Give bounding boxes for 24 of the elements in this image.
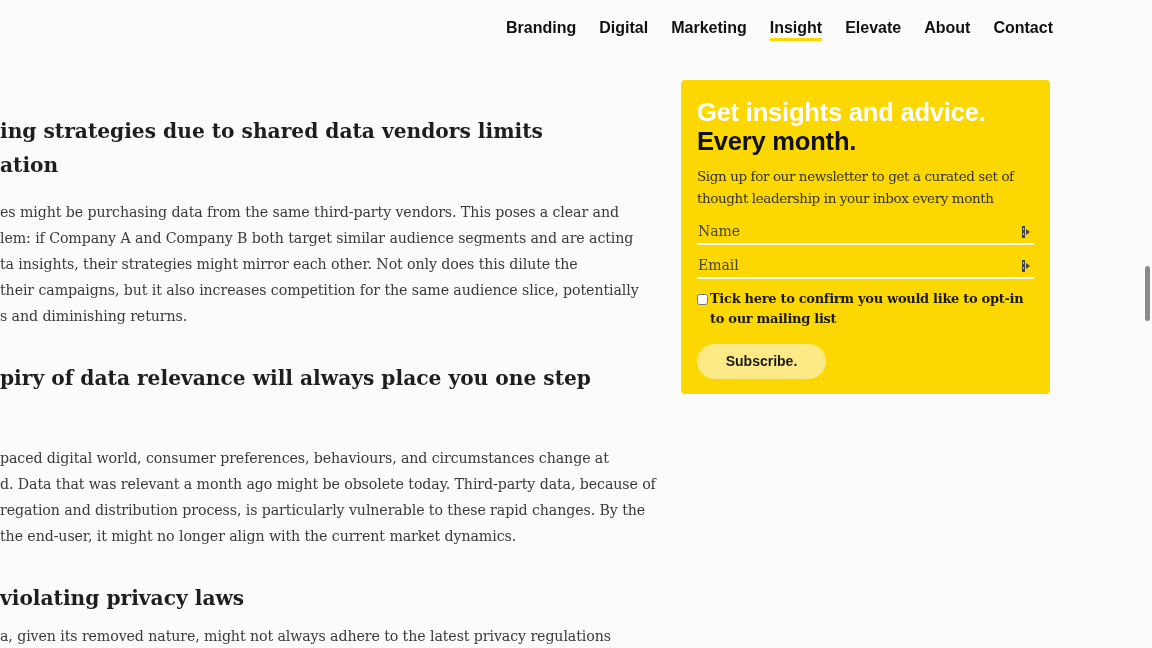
bar-arrow-icon[interactable]: [1022, 226, 1030, 238]
nav-link[interactable]: Digital: [599, 15, 649, 41]
section-heading: violating privacy laws: [0, 585, 245, 612]
nav-link[interactable]: Marketing: [671, 15, 747, 41]
input-field[interactable]: Email: [697, 253, 1034, 279]
input-field[interactable]: Name: [697, 219, 1034, 245]
nav-link[interactable]: About: [924, 15, 971, 41]
scrollbar-thumb[interactable]: [1145, 266, 1150, 321]
newsletter-title: Get insights and advice.: [697, 98, 986, 127]
newsletter-description: Sign up for our newsletter to get a curated set of thought leadership in your inbox every month: [697, 167, 1016, 208]
nav-link[interactable]: Contact: [993, 15, 1053, 41]
article-paragraph: es might be purchasing data from the same third-party vendors. This poses a clear and lem: if Company A and Company B both target similar audience segments and are acting ta insights, their strategies might mirror each other. Not only does this dilute the their campaigns, but it also increases competition for the same audience slice, potentially s and diminishing returns.: [0, 203, 639, 326]
consent-label: Tick here to confirm you would like to opt-in to our mailing list: [710, 290, 1025, 328]
consent-checkbox[interactable]: [697, 294, 708, 305]
section-heading: piry of data relevance will always place you one step: [0, 365, 591, 392]
bar-arrow-icon[interactable]: [1022, 260, 1030, 272]
newsletter-subtitle: Every month.: [697, 127, 857, 156]
article-paragraph: a, given its removed nature, might not always adhere to the latest privacy regulations: [0, 627, 611, 645]
nav-link[interactable]: Branding: [506, 15, 577, 41]
article-paragraph: paced digital world, consumer preferences, behaviours, and circumstances change at d. Data that was relevant a month ago might be obsolete today. Third-party data, because of regation and distribution process, is particularly vulnerable to these rapid changes. By the the end-user, it might no longer align with the current market dynamics.: [0, 449, 656, 546]
section-heading: ing strategies due to shared data vendors limits ation: [0, 118, 543, 179]
nav-link[interactable]: Elevate: [845, 15, 902, 41]
subscribe-button[interactable]: Subscribe.: [697, 344, 826, 379]
nav-link[interactable]: Insight: [769, 15, 823, 41]
